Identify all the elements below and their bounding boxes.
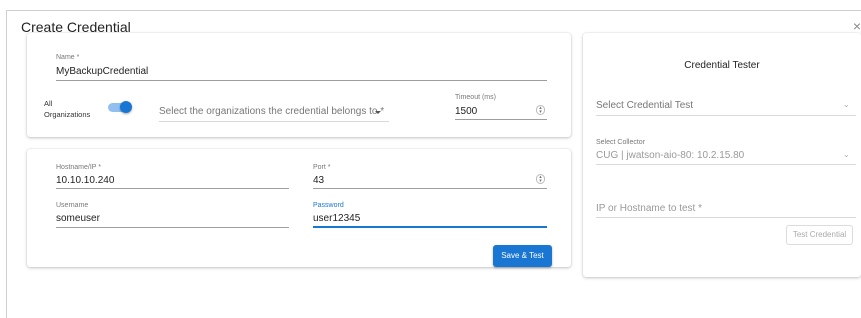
collector-underline: [596, 164, 856, 165]
save-test-button[interactable]: Save & Test: [493, 245, 552, 267]
tester-title: Credential Tester: [684, 60, 760, 71]
password-input[interactable]: user12345: [313, 213, 360, 224]
port-input[interactable]: 43: [313, 175, 324, 186]
credential-connection-card: Hostname/IP * 10.10.10.240 Port * 43 ▴ ▾ …: [27, 149, 571, 267]
port-label: Port *: [313, 164, 331, 171]
timeout-input[interactable]: 1500: [455, 106, 477, 117]
password-label: Password: [313, 202, 344, 209]
hostname-label: Hostname/IP *: [56, 164, 102, 171]
chevron-down-icon[interactable]: ⌄: [843, 150, 850, 159]
timeout-label: Timeout (ms): [455, 94, 496, 101]
timeout-stepper-icon[interactable]: ▴ ▾: [536, 105, 545, 115]
ip-hostname-input[interactable]: IP or Hostname to test *: [596, 203, 702, 214]
credential-general-card: Name * MyBackupCredential All Organizati…: [27, 33, 571, 137]
collector-label: Select Collector: [596, 139, 646, 146]
organizations-underline: [159, 121, 389, 122]
username-input[interactable]: someuser: [56, 213, 100, 224]
hostname-underline: [56, 188, 289, 189]
name-label: Name *: [56, 54, 80, 61]
hostname-input[interactable]: 10.10.10.240: [56, 175, 114, 186]
credential-test-select[interactable]: Select Credential Test: [596, 100, 693, 111]
port-underline: [313, 188, 547, 189]
collector-select[interactable]: CUG | jwatson-aio-80: 10.2.15.80: [596, 150, 744, 161]
port-stepper-icon[interactable]: ▴ ▾: [536, 174, 545, 184]
chevron-down-icon[interactable]: ⌄: [843, 100, 850, 109]
username-label: Username: [56, 202, 89, 209]
name-input[interactable]: MyBackupCredential: [56, 66, 148, 77]
credential-tester-card: Credential Tester Select Credential Test…: [583, 33, 861, 277]
name-underline: [56, 80, 547, 81]
username-underline: [56, 227, 289, 228]
close-icon[interactable]: ×: [853, 18, 861, 34]
test-credential-button[interactable]: Test Credential: [786, 225, 853, 245]
all-organizations-label: All Organizations: [44, 99, 91, 119]
timeout-underline: [455, 119, 547, 120]
credential-test-underline: [596, 115, 856, 116]
toggle-knob[interactable]: [120, 101, 132, 113]
ip-hostname-underline: [596, 217, 856, 218]
caret-down-icon[interactable]: [375, 111, 381, 114]
password-underline: [313, 226, 547, 228]
organizations-select[interactable]: Select the organizations the credential …: [159, 106, 384, 117]
